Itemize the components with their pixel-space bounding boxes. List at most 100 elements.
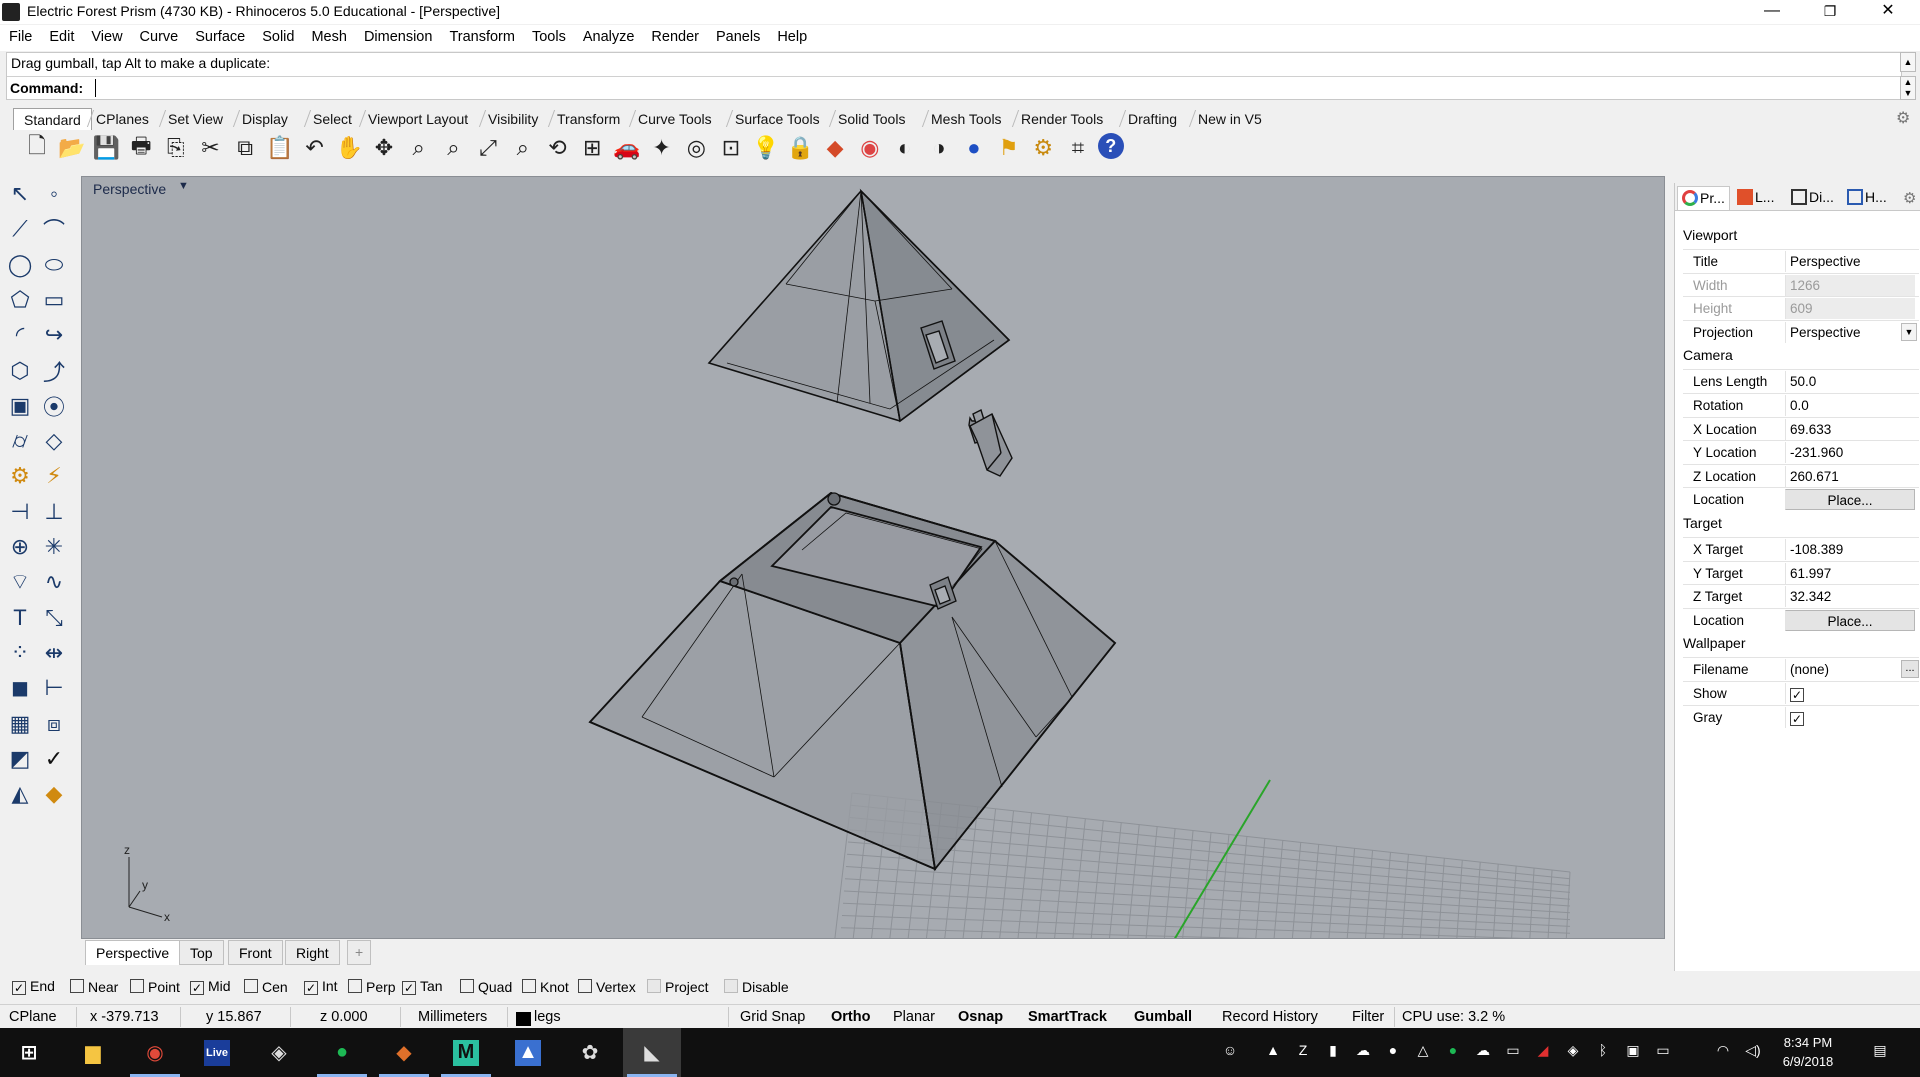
osnap-int[interactable]: ✓ Int bbox=[304, 978, 338, 995]
array-icon[interactable]: ⁘ bbox=[4, 637, 36, 669]
settings-gears-icon[interactable]: ⚙ bbox=[1028, 133, 1058, 163]
osnap-checkbox[interactable] bbox=[460, 979, 474, 993]
osnap-checkbox[interactable] bbox=[130, 979, 144, 993]
box-solid-icon[interactable]: ▣ bbox=[4, 390, 36, 422]
antivirus-tray-icon[interactable]: ● bbox=[1383, 1042, 1403, 1062]
menu-surface[interactable]: Surface bbox=[186, 25, 253, 45]
shaded-sphere-icon[interactable]: ◐ bbox=[890, 133, 920, 163]
prop-value[interactable]: 32.342 bbox=[1785, 586, 1915, 608]
gumball-toggle[interactable]: Gumball bbox=[1134, 1009, 1192, 1025]
dimension-icon[interactable]: ⌗ bbox=[1063, 133, 1093, 163]
smarttrack-toggle[interactable]: SmartTrack bbox=[1028, 1009, 1107, 1025]
prop-value[interactable]: -108.389 bbox=[1785, 539, 1915, 560]
network-tray-icon[interactable]: ◈ bbox=[1563, 1042, 1583, 1062]
menu-solid[interactable]: Solid bbox=[253, 25, 302, 45]
ellipse-icon[interactable]: ⬭ bbox=[38, 249, 70, 281]
file-explorer-icon[interactable]: ▆ bbox=[64, 1028, 122, 1077]
color-wheel-icon[interactable]: ◉ bbox=[855, 133, 885, 163]
rotate-view-icon[interactable]: ✥ bbox=[369, 133, 399, 163]
toolbar-tab-display[interactable]: Display bbox=[242, 108, 288, 130]
menu-file[interactable]: File bbox=[0, 25, 40, 45]
toolbar-tab-transform[interactable]: Transform bbox=[557, 108, 620, 130]
point-icon[interactable]: ◦ bbox=[38, 178, 70, 210]
viewport-title[interactable]: Perspective ▼ bbox=[82, 177, 192, 201]
command-scroll-down-icon[interactable]: ▲ ▼ bbox=[1900, 76, 1916, 100]
viewport-tab-right[interactable]: Right bbox=[285, 940, 340, 965]
osnap-checkbox[interactable] bbox=[348, 979, 362, 993]
osnap-end[interactable]: ✓ End bbox=[12, 978, 55, 995]
clipping-plane-icon[interactable]: ◩ bbox=[4, 743, 36, 775]
panel-tab-properties[interactable]: Pr... bbox=[1677, 186, 1730, 210]
curve-points-icon[interactable]: ⌒ bbox=[38, 213, 70, 245]
drive-tray-icon[interactable]: △ bbox=[1413, 1042, 1433, 1062]
osnap-disable[interactable]: Disable bbox=[724, 978, 789, 995]
lock-icon[interactable]: 🔒 bbox=[785, 133, 815, 163]
osnap-checkbox[interactable]: ✓ bbox=[12, 981, 26, 995]
current-layer[interactable]: legs bbox=[534, 1009, 561, 1025]
zoom-dynamic-icon[interactable]: ⌕ bbox=[438, 133, 468, 163]
panel-tab-layers[interactable]: L... bbox=[1733, 186, 1778, 210]
zoom-extents-icon[interactable]: ⤢ bbox=[473, 133, 503, 163]
menu-view[interactable]: View bbox=[82, 25, 130, 45]
m-app-icon[interactable]: M bbox=[437, 1028, 495, 1077]
toolbar-tab-surface-tools[interactable]: Surface Tools bbox=[735, 108, 820, 130]
action-center-icon[interactable]: ▤ bbox=[1870, 1042, 1890, 1062]
prop-value[interactable]: (none) bbox=[1785, 659, 1915, 681]
osnap-near[interactable]: Near bbox=[70, 978, 118, 995]
osnap-checkbox[interactable]: ✓ bbox=[402, 981, 416, 995]
rectangle-icon[interactable]: ▭ bbox=[38, 284, 70, 316]
toolbar-tab-solid-tools[interactable]: Solid Tools bbox=[838, 108, 905, 130]
snap-point-icon[interactable]: ⚡ bbox=[38, 460, 70, 492]
gear-tools-icon[interactable]: ⚙ bbox=[4, 460, 36, 492]
onedrive-tray-icon[interactable]: ☁ bbox=[1473, 1042, 1493, 1062]
join-icon[interactable]: ⊕ bbox=[4, 531, 36, 563]
osnap-knot[interactable]: Knot bbox=[522, 978, 569, 995]
menu-render[interactable]: Render bbox=[642, 25, 707, 45]
copy-icon[interactable]: ⧉ bbox=[230, 133, 260, 163]
grid-snap-toggle[interactable]: Grid Snap bbox=[740, 1009, 805, 1025]
select-arrow-icon[interactable]: ↖ bbox=[4, 178, 36, 210]
adobe-tray-icon[interactable]: ▲ bbox=[1263, 1042, 1283, 1062]
help-icon[interactable]: ? bbox=[1097, 133, 1124, 159]
osnap-checkbox[interactable] bbox=[724, 979, 738, 993]
menu-analyze[interactable]: Analyze bbox=[574, 25, 643, 45]
toolbar-tab-set-view[interactable]: Set View bbox=[168, 108, 223, 130]
trim-icon[interactable]: ⊥ bbox=[38, 496, 70, 528]
offset-icon[interactable]: ⬡ bbox=[4, 355, 36, 387]
osnap-checkbox[interactable] bbox=[244, 979, 258, 993]
osnap-checkbox[interactable] bbox=[522, 979, 536, 993]
menu-tools[interactable]: Tools bbox=[523, 25, 574, 45]
close-button[interactable]: ✕ bbox=[1859, 0, 1917, 24]
print-icon[interactable]: 🖶 bbox=[126, 133, 156, 163]
osnap-vertex[interactable]: Vertex bbox=[578, 978, 636, 995]
usb-tray-icon[interactable]: ▮ bbox=[1323, 1042, 1343, 1062]
arc-icon[interactable]: ◜ bbox=[4, 319, 36, 351]
projection-dropdown-icon[interactable]: ▼ bbox=[1901, 322, 1917, 341]
restore-button[interactable]: ❐ bbox=[1801, 0, 1859, 24]
osnap-checkbox[interactable]: ✓ bbox=[304, 981, 318, 995]
polygon-icon[interactable]: ⬠ bbox=[4, 284, 36, 316]
undo-view-icon[interactable]: ⟲ bbox=[543, 133, 573, 163]
osnap-cen[interactable]: Cen bbox=[244, 978, 288, 995]
viewport-tab-top[interactable]: Top bbox=[179, 940, 224, 965]
undo-icon[interactable]: ↶ bbox=[300, 133, 330, 163]
open-file-icon[interactable]: 📂 bbox=[57, 133, 87, 163]
filter-toggle[interactable]: Filter bbox=[1352, 1009, 1384, 1025]
cut-icon[interactable]: ✂ bbox=[196, 133, 226, 163]
toolbar-tab-select[interactable]: Select bbox=[313, 108, 352, 130]
flag-icon[interactable]: ⚑ bbox=[994, 133, 1024, 163]
flag-tray-icon[interactable]: ◢ bbox=[1533, 1042, 1553, 1062]
point-object-icon[interactable]: ✦ bbox=[647, 133, 677, 163]
grid-snap-icon[interactable]: ◎ bbox=[681, 133, 711, 163]
toolbar-tab-standard[interactable]: Standard bbox=[13, 108, 92, 130]
tray-utility-icon[interactable]: ▣ bbox=[1623, 1042, 1643, 1062]
spotify-icon[interactable]: ● bbox=[313, 1028, 371, 1077]
toolbar-settings-gear-icon[interactable]: ⚙ bbox=[1896, 108, 1914, 127]
paint-app-icon[interactable]: ◆ bbox=[375, 1028, 433, 1077]
osnap-quad[interactable]: Quad bbox=[460, 978, 512, 995]
paint-icon[interactable]: ◆ bbox=[38, 778, 70, 810]
live-app-icon[interactable]: Live bbox=[188, 1028, 246, 1077]
osnap-mid[interactable]: ✓ Mid bbox=[190, 978, 231, 995]
place-button[interactable]: Place... bbox=[1785, 609, 1915, 631]
command-input[interactable] bbox=[95, 79, 1885, 97]
